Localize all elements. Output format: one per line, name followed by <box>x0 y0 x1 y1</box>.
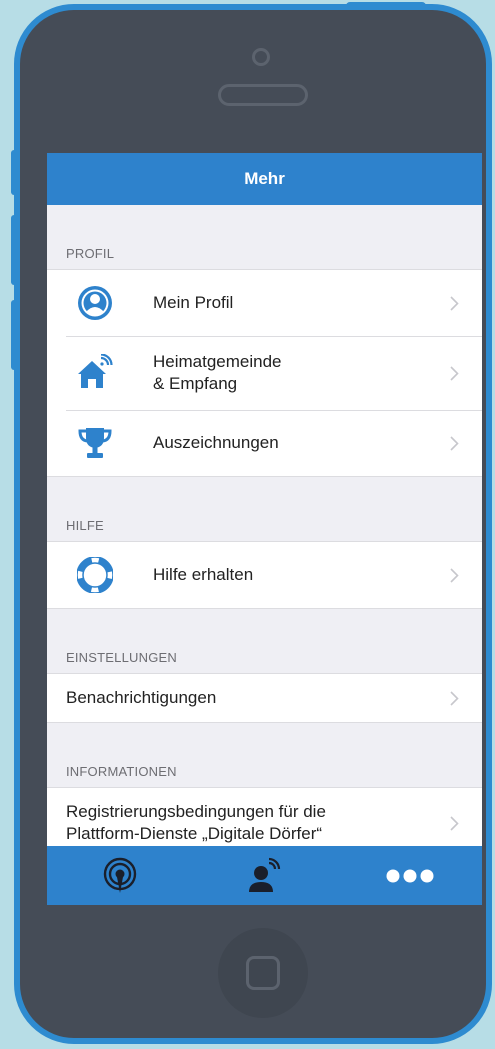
section-header-informationen: INFORMATIONEN <box>66 764 177 779</box>
list-item-label: Registrierungsbedingungen für die Plattf… <box>66 801 450 845</box>
home-signal-icon <box>75 353 115 393</box>
tab-more[interactable] <box>380 851 440 901</box>
label-line-1: Registrierungsbedingungen für die <box>66 802 326 821</box>
section-header-hilfe: HILFE <box>66 518 104 533</box>
label-line-2: Plattform-Dienste „Digitale Dörfer“ <box>66 824 323 843</box>
tab-broadcast[interactable] <box>90 851 150 901</box>
einstellungen-group: Benachrichtigungen <box>47 673 482 723</box>
list-item-label: Auszeichnungen <box>153 433 279 452</box>
broadcast-icon <box>103 857 136 893</box>
chevron-right-icon <box>450 435 460 451</box>
profil-group: Mein Profil Heimatgemeinde & Empfang Aus… <box>47 269 482 477</box>
chevron-right-icon <box>450 567 460 583</box>
camera-icon <box>252 48 270 66</box>
list-item-auszeichnungen[interactable]: Auszeichnungen <box>47 410 482 476</box>
page-title: Mehr <box>244 169 285 188</box>
home-square-icon <box>246 956 280 990</box>
section-header-profil: PROFIL <box>66 246 115 261</box>
more-dots-icon <box>386 869 433 882</box>
tab-person-signal[interactable] <box>235 851 295 901</box>
hilfe-group: Hilfe erhalten <box>47 541 482 609</box>
chevron-right-icon <box>450 815 460 831</box>
label-line-2: & Empfang <box>153 374 238 393</box>
chevron-right-icon <box>450 690 460 706</box>
list-item-label: Benachrichtigungen <box>66 688 217 707</box>
label-line-1: Heimatgemeinde <box>153 352 282 371</box>
user-circle-icon <box>75 283 115 323</box>
list-item-label: Mein Profil <box>153 293 234 312</box>
speaker-grille <box>218 84 308 106</box>
lifebuoy-icon <box>75 555 115 595</box>
list-item-heimatgemeinde[interactable]: Heimatgemeinde & Empfang <box>47 336 482 410</box>
chevron-right-icon <box>450 365 460 381</box>
app-screen: Mehr PROFIL Mein Profil Heimatgemeinde &… <box>47 153 482 905</box>
person-signal-icon <box>248 857 280 892</box>
nav-bar: Mehr <box>47 153 482 205</box>
list-item-label: Hilfe erhalten <box>153 565 254 584</box>
home-button[interactable] <box>218 928 308 1018</box>
section-header-einstellungen: EINSTELLUNGEN <box>66 650 177 665</box>
list-item-hilfe-erhalten[interactable]: Hilfe erhalten <box>47 542 482 608</box>
chevron-right-icon <box>450 295 460 311</box>
trophy-icon <box>75 423 115 463</box>
list-item-label: Heimatgemeinde & Empfang <box>153 351 450 395</box>
list-item-benachrichtigungen[interactable]: Benachrichtigungen <box>47 674 482 722</box>
tab-bar <box>47 846 482 905</box>
list-item-mein-profil[interactable]: Mein Profil <box>47 270 482 336</box>
